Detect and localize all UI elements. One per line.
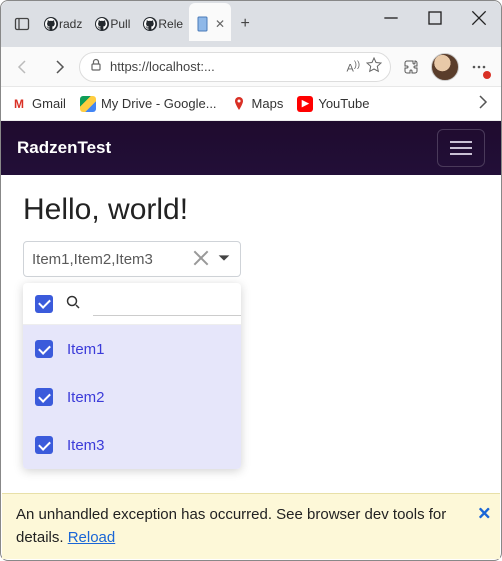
dropdown-item[interactable]: Item1: [23, 325, 241, 373]
close-icon: [193, 250, 209, 266]
youtube-icon: ▶: [297, 96, 313, 112]
bookmark-youtube[interactable]: ▶ YouTube: [297, 96, 369, 112]
github-icon: [94, 16, 110, 32]
bookmark-maps[interactable]: Maps: [231, 96, 284, 112]
caret-down-icon: [216, 250, 232, 266]
tab-label: Rele: [158, 17, 183, 31]
drive-icon: [80, 96, 96, 112]
tab-actions-button[interactable]: [7, 9, 37, 39]
search-icon: [65, 294, 81, 313]
arrow-left-icon: [15, 59, 31, 75]
maps-icon: [231, 96, 247, 112]
star-icon: [366, 57, 382, 73]
item-label: Item3: [67, 437, 105, 454]
close-window-button[interactable]: [457, 1, 501, 35]
item-label: Item2: [67, 389, 105, 406]
puzzle-icon: [403, 59, 419, 75]
dropdown-items: Item1 Item2 Item3: [23, 325, 241, 469]
github-icon: [43, 16, 59, 32]
bookmark-gmail[interactable]: M Gmail: [11, 96, 66, 112]
dropdown-item[interactable]: Item3: [23, 421, 241, 469]
back-button[interactable]: [7, 51, 39, 83]
bookmark-label: YouTube: [318, 96, 369, 111]
item-checkbox[interactable]: [35, 436, 53, 454]
dropdown-trigger[interactable]: Item1,Item2,Item3: [23, 241, 241, 277]
tab-actions-icon: [14, 16, 30, 32]
maximize-icon: [427, 10, 443, 26]
window-controls: [369, 1, 501, 35]
item-checkbox[interactable]: [35, 388, 53, 406]
profile-avatar[interactable]: [431, 53, 459, 81]
tab-strip: radz Pull Rele ✕ +: [1, 1, 369, 39]
page-content: Hello, world! Item1,Item2,Item3 Item1 It…: [1, 175, 501, 487]
page-icon: [195, 16, 211, 32]
address-bar[interactable]: https://localhost:... A)): [79, 52, 391, 82]
url-text: https://localhost:...: [110, 59, 341, 74]
tab-label: radz: [59, 17, 82, 31]
lock-icon: [88, 57, 104, 76]
more-menu-button[interactable]: [463, 51, 495, 83]
error-banner: 🗙 An unhandled exception has occurred. S…: [2, 493, 500, 559]
favorites-button[interactable]: [366, 57, 382, 76]
browser-titlebar: radz Pull Rele ✕ +: [1, 1, 501, 47]
dropdown-caret: [216, 250, 232, 269]
dots-icon: [471, 59, 487, 75]
app-brand: RadzenTest: [17, 138, 111, 158]
gmail-icon: M: [11, 96, 27, 112]
minimize-icon: [383, 10, 399, 26]
dropdown-clear-button[interactable]: [192, 250, 210, 269]
dropdown-value: Item1,Item2,Item3: [32, 251, 186, 268]
minimize-button[interactable]: [369, 1, 413, 35]
error-dismiss-button[interactable]: 🗙: [479, 502, 490, 525]
arrow-right-icon: [51, 59, 67, 75]
reload-link[interactable]: Reload: [68, 529, 116, 546]
close-icon: [471, 10, 487, 26]
plus-icon: +: [240, 15, 249, 32]
navbar-toggle-button[interactable]: [437, 129, 485, 167]
new-tab-button[interactable]: +: [231, 15, 259, 33]
tab-current[interactable]: ✕: [189, 3, 231, 41]
close-icon[interactable]: ✕: [215, 17, 225, 31]
reader-mode-button[interactable]: A)): [347, 59, 360, 75]
dropdown-search-row: [23, 283, 241, 325]
forward-button[interactable]: [43, 51, 75, 83]
bookmark-drive[interactable]: My Drive - Google...: [80, 96, 217, 112]
browser-toolbar: https://localhost:... A)): [1, 47, 501, 87]
chevron-right-icon: [475, 94, 491, 110]
page-title: Hello, world!: [23, 193, 479, 227]
bookmarks-overflow-button[interactable]: [475, 94, 491, 113]
dropdown-item[interactable]: Item2: [23, 373, 241, 421]
select-all-checkbox[interactable]: [35, 295, 53, 313]
multiselect-dropdown: Item1,Item2,Item3 Item1 Item2: [23, 241, 241, 469]
item-checkbox[interactable]: [35, 340, 53, 358]
github-icon: [142, 16, 158, 32]
dropdown-popup: Item1 Item2 Item3: [23, 283, 241, 469]
item-label: Item1: [67, 341, 105, 358]
app-navbar: RadzenTest: [1, 121, 501, 175]
bookmarks-bar: M Gmail My Drive - Google... Maps ▶ YouTub…: [1, 87, 501, 121]
tab-github-radz[interactable]: radz: [37, 8, 88, 40]
tab-github-pull[interactable]: Pull: [88, 8, 136, 40]
extensions-button[interactable]: [395, 51, 427, 83]
bookmark-label: My Drive - Google...: [101, 96, 217, 111]
bookmark-label: Gmail: [32, 96, 66, 111]
hamburger-icon: [450, 141, 472, 143]
tab-github-rele[interactable]: Rele: [136, 8, 189, 40]
maximize-button[interactable]: [413, 1, 457, 35]
dropdown-search-input[interactable]: [93, 292, 241, 316]
tab-label: Pull: [110, 17, 130, 31]
bookmark-label: Maps: [252, 96, 284, 111]
